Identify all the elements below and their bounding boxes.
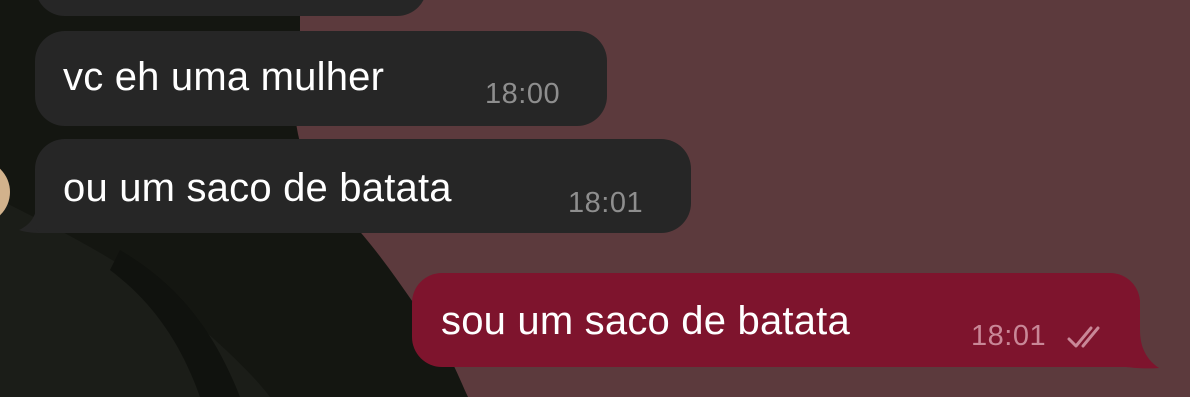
message-time: 18:01 bbox=[971, 320, 1047, 352]
outgoing-message-bubble[interactable]: sou um saco de batata 18:01 bbox=[412, 273, 1140, 367]
message-text: vc eh uma mulher bbox=[63, 55, 385, 99]
incoming-message-bubble[interactable]: vc eh uma mulher 18:00 bbox=[35, 31, 607, 126]
message-text: ou um saco de batata bbox=[63, 166, 452, 210]
double-check-icon bbox=[1067, 326, 1100, 348]
message-text: sou um saco de batata bbox=[441, 299, 850, 343]
incoming-message-bubble[interactable]: ou um saco de batata 18:01 bbox=[35, 139, 691, 233]
previous-message-bubble[interactable] bbox=[35, 0, 427, 16]
message-time: 18:01 bbox=[568, 187, 644, 219]
message-time: 18:00 bbox=[485, 78, 561, 110]
